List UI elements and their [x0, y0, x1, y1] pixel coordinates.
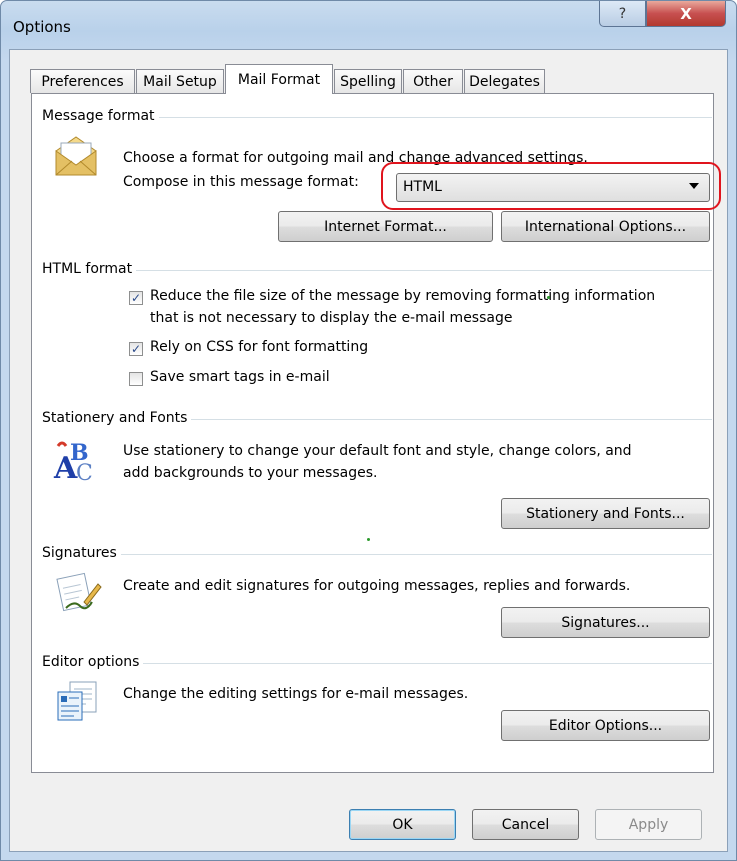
help-icon: ?: [618, 5, 627, 22]
group-divider: [42, 270, 712, 271]
tab-mail-setup[interactable]: Mail Setup: [136, 69, 224, 93]
svg-text:C: C: [76, 461, 93, 484]
tab-delegates[interactable]: Delegates: [464, 69, 545, 93]
international-options-button[interactable]: International Options...: [501, 211, 710, 242]
signatures-description: Create and edit signatures for outgoing …: [123, 578, 631, 594]
internet-format-button[interactable]: Internet Format...: [278, 211, 493, 242]
message-format-heading: Message format: [42, 108, 159, 124]
group-divider: [42, 554, 712, 555]
signatures-heading: Signatures: [42, 545, 121, 561]
options-dialog: Options ? X Preferences Mail Setup Mail …: [0, 0, 737, 861]
save-smart-tags-label: Save smart tags in e-mail: [150, 369, 330, 385]
signatures-button[interactable]: Signatures...: [501, 607, 710, 638]
rely-on-css-checkbox[interactable]: ✓: [129, 342, 143, 356]
editor-options-heading: Editor options: [42, 654, 144, 670]
signature-icon: [56, 572, 102, 612]
close-button[interactable]: X: [646, 1, 726, 27]
cursor-marker: [547, 296, 550, 299]
title-bar[interactable]: Options ? X: [1, 1, 736, 49]
highlight-annotation: [381, 162, 721, 210]
editor-options-button[interactable]: Editor Options...: [501, 710, 710, 741]
stationery-heading: Stationery and Fonts: [42, 410, 192, 426]
ok-button[interactable]: OK: [349, 809, 456, 840]
dialog-client-area: Preferences Mail Setup Mail Format Spell…: [9, 49, 728, 852]
html-format-heading: HTML format: [42, 261, 137, 277]
rely-on-css-label: Rely on CSS for font formatting: [150, 339, 369, 355]
editor-options-icon: [57, 681, 97, 721]
reduce-file-size-checkbox[interactable]: ✓: [129, 291, 143, 305]
save-smart-tags-checkbox[interactable]: [129, 372, 143, 386]
close-icon: X: [680, 4, 692, 23]
editor-options-description: Change the editing settings for e-mail m…: [123, 686, 469, 702]
stationery-fonts-icon: A B C: [53, 440, 93, 484]
dialog-title: Options: [13, 18, 71, 36]
stationery-description-line2: add backgrounds to your messages.: [123, 465, 378, 481]
help-button[interactable]: ?: [599, 1, 646, 27]
cursor-marker: [367, 538, 370, 541]
cancel-button[interactable]: Cancel: [472, 809, 579, 840]
envelope-icon: [55, 136, 97, 176]
tab-other[interactable]: Other: [403, 69, 463, 93]
reduce-file-size-label: Reduce the file size of the message by r…: [150, 288, 656, 304]
tab-mail-format[interactable]: Mail Format: [225, 64, 333, 94]
stationery-description-line1: Use stationery to change your default fo…: [123, 443, 632, 459]
apply-button[interactable]: Apply: [595, 809, 702, 840]
stationery-fonts-button[interactable]: Stationery and Fonts...: [501, 498, 710, 529]
tab-spelling[interactable]: Spelling: [334, 69, 402, 93]
tab-preferences[interactable]: Preferences: [30, 69, 135, 93]
reduce-file-size-label-line2: that is not necessary to display the e-m…: [150, 310, 513, 326]
compose-format-label: Compose in this message format:: [123, 174, 359, 190]
mail-format-panel: Message format Choose a format for outgo…: [31, 93, 721, 773]
